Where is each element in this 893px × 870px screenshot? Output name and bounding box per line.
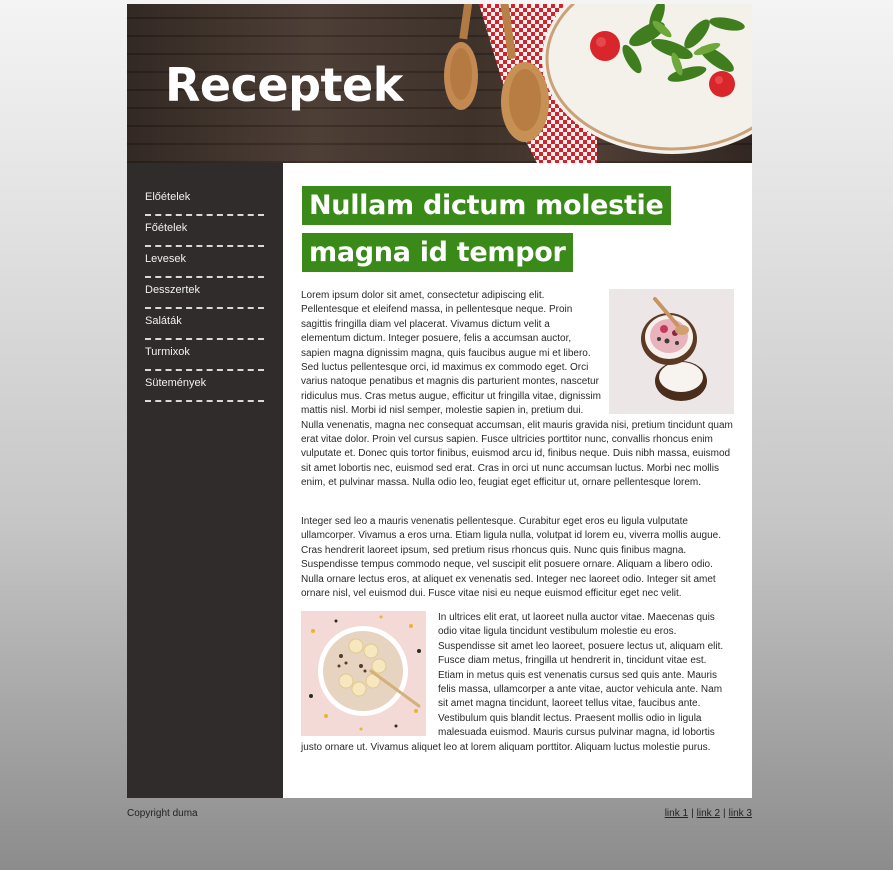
nav-item-turmixok: Turmixok	[145, 340, 264, 371]
nav-item-foetelek: Főételek	[145, 216, 264, 247]
article-headline: Nullam dictum molestie magna id tempor	[302, 186, 722, 280]
copyright-text: Copyright duma	[127, 808, 198, 819]
nav-link-eloetelek[interactable]: Előételek	[145, 191, 190, 203]
article-section-1: Lorem ipsum dolor sit amet, consectetur …	[301, 289, 734, 491]
headline-line-2: magna id tempor	[302, 233, 573, 272]
article-section-3: In ultrices elit erat, ut laoreet nulla …	[301, 611, 734, 755]
main-wrapper: Előételek Főételek Levesek Desszertek Sa…	[127, 163, 752, 798]
nav-link-turmixok[interactable]: Turmixok	[145, 346, 190, 358]
coconut-smoothie-image	[609, 289, 734, 414]
nav-link-desszertek[interactable]: Desszertek	[145, 284, 200, 296]
nav-link-foetelek[interactable]: Főételek	[145, 222, 187, 234]
sidebar-nav: Előételek Főételek Levesek Desszertek Sa…	[127, 163, 283, 798]
page-container: Receptek Előételek Főételek Levesek Dess…	[127, 4, 752, 798]
paragraph-2: Integer sed leo a mauris venenatis pelle…	[301, 516, 722, 600]
footer-link-2[interactable]: link 2	[697, 808, 720, 819]
nav-link-salatak[interactable]: Saláták	[145, 315, 182, 327]
nav-list: Előételek Főételek Levesek Desszertek Sa…	[127, 163, 283, 402]
nav-item-eloetelek: Előételek	[145, 185, 264, 216]
headline-line-1: Nullam dictum molestie	[302, 186, 671, 225]
nav-item-salatak: Saláták	[145, 309, 264, 340]
nav-item-levesek: Levesek	[145, 247, 264, 278]
nav-item-sutemenyek: Sütemények	[145, 371, 264, 402]
footer-separator: |	[723, 808, 726, 819]
nav-link-levesek[interactable]: Levesek	[145, 253, 186, 265]
site-title: Receptek	[165, 58, 403, 112]
footer-link-3[interactable]: link 3	[729, 808, 752, 819]
header-banner: Receptek	[127, 4, 752, 163]
footer-separator: |	[691, 808, 694, 819]
nav-item-desszertek: Desszertek	[145, 278, 264, 309]
main-content: Nullam dictum molestie magna id tempor L…	[283, 163, 752, 798]
banana-oatmeal-bowl-image	[301, 611, 426, 736]
nav-link-sutemenyek[interactable]: Sütemények	[145, 377, 206, 389]
footer-link-1[interactable]: link 1	[665, 808, 688, 819]
footer-links: link 1 | link 2 | link 3	[665, 808, 752, 819]
